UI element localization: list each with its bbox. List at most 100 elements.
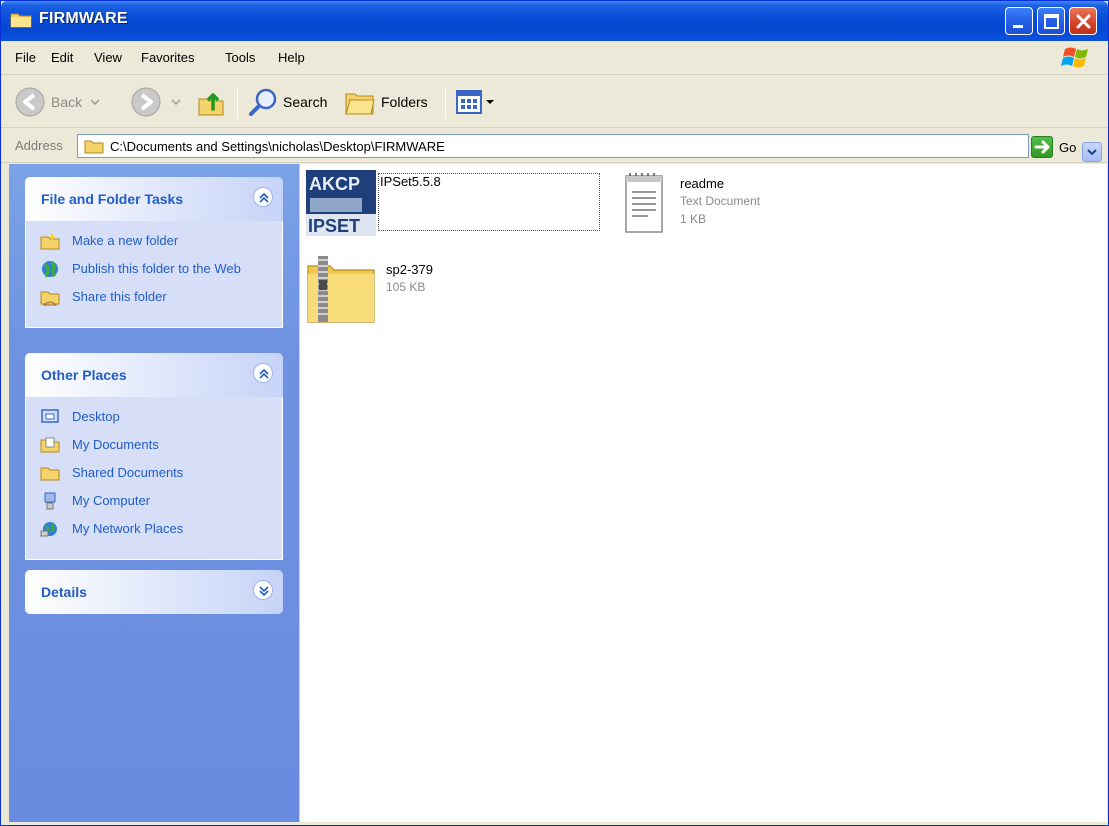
file-item-ipset[interactable]: AKCP IPSET IPSet5.5.8 — [306, 170, 606, 236]
collapse-button[interactable] — [253, 363, 273, 383]
place-my-documents[interactable]: My Documents — [26, 435, 282, 459]
task-label: Publish this folder to the Web — [72, 261, 241, 276]
close-icon — [1076, 14, 1091, 29]
task-share-folder[interactable]: Share this folder — [26, 287, 282, 311]
windows-flag-icon — [1061, 47, 1088, 68]
address-value: C:\Documents and Settings\nicholas\Deskt… — [110, 139, 445, 154]
go-arrow-icon — [1031, 136, 1053, 158]
file-name: readme — [680, 176, 725, 191]
menu-view[interactable]: View — [94, 50, 122, 65]
ipset-icon-text-top: AKCP — [309, 174, 360, 194]
up-folder-button[interactable] — [195, 84, 229, 120]
panel-body: Desktop My Documents Shared Documents My… — [25, 397, 283, 560]
ipset-icon-text-bottom: IPSET — [308, 216, 360, 236]
minimize-button[interactable] — [1005, 7, 1033, 35]
back-button[interactable]: Back — [13, 84, 102, 120]
place-desktop[interactable]: Desktop — [26, 407, 282, 431]
new-folder-icon — [40, 233, 60, 250]
other-places-panel: Other Places Desktop My Documents Shared… — [25, 353, 283, 560]
menu-tools[interactable]: Tools — [225, 50, 255, 65]
window-title: FIRMWARE — [39, 10, 128, 27]
go-button[interactable]: Go — [1031, 134, 1089, 160]
my-documents-icon — [40, 437, 60, 453]
file-list: AKCP IPSET IPSet5.5.8 readme Text Docume… — [299, 164, 1107, 822]
up-folder-icon — [198, 93, 224, 116]
explorer-window: FIRMWARE File Edit View Favorites Tools … — [0, 0, 1109, 826]
file-size: 1 KB — [680, 212, 707, 226]
forward-arrow-icon — [131, 87, 161, 117]
minimize-icon — [1013, 25, 1023, 28]
menu-bar: File Edit View Favorites Tools Help — [1, 41, 1108, 75]
file-name: IPSet5.5.8 — [380, 174, 441, 189]
menu-favorites[interactable]: Favorites — [141, 50, 194, 65]
task-pane: File and Folder Tasks Make a new folder … — [9, 164, 299, 822]
place-label: Desktop — [72, 409, 120, 424]
notepad-document-icon — [625, 173, 663, 233]
zip-folder-icon — [307, 256, 375, 323]
chevron-double-down-icon — [259, 586, 269, 597]
search-button[interactable]: Search — [247, 84, 327, 120]
chevron-double-up-icon — [259, 192, 269, 203]
dropdown-arrow-icon — [486, 100, 494, 104]
file-type: Text Document — [680, 194, 761, 208]
address-label: Address — [15, 138, 63, 153]
folders-label: Folders — [381, 94, 428, 110]
back-label: Back — [51, 94, 83, 110]
folders-icon — [345, 93, 375, 115]
panel-title: Other Places — [41, 367, 127, 383]
address-input[interactable]: C:\Documents and Settings\nicholas\Deskt… — [77, 134, 1102, 162]
share-folder-icon — [40, 291, 60, 306]
chevron-down-icon — [90, 99, 100, 106]
panel-header[interactable]: Other Places — [25, 353, 283, 397]
folders-button[interactable]: Folders — [343, 84, 428, 120]
task-make-new-folder[interactable]: Make a new folder — [26, 231, 282, 255]
title-bar[interactable]: FIRMWARE — [1, 1, 1108, 41]
expand-button[interactable] — [253, 580, 273, 600]
search-label: Search — [283, 94, 328, 110]
maximize-button[interactable] — [1037, 7, 1065, 35]
my-computer-icon — [44, 492, 56, 510]
place-label: My Documents — [72, 437, 159, 452]
place-network[interactable]: My Network Places — [26, 519, 282, 543]
task-label: Make a new folder — [72, 233, 179, 248]
panel-header[interactable]: Details — [25, 570, 283, 614]
globe-icon — [42, 261, 58, 278]
network-places-icon — [40, 522, 57, 537]
task-label: Share this folder — [72, 289, 167, 304]
place-label: Shared Documents — [72, 465, 184, 480]
menu-help[interactable]: Help — [278, 50, 305, 65]
panel-title: File and Folder Tasks — [41, 191, 184, 207]
folder-icon — [84, 140, 104, 154]
task-publish-folder[interactable]: Publish this folder to the Web — [26, 259, 282, 283]
toolbar: Back Search Folders — [1, 76, 1108, 128]
go-label: Go — [1059, 139, 1077, 155]
file-folder-tasks-panel: File and Folder Tasks Make a new folder … — [25, 177, 283, 328]
maximize-icon — [1044, 14, 1059, 29]
menu-file[interactable]: File — [15, 50, 36, 65]
ipset-app-icon: AKCP IPSET — [306, 170, 376, 236]
folder-icon — [10, 13, 32, 28]
panel-body: Make a new folder Publish this folder to… — [25, 221, 283, 328]
shared-documents-icon — [40, 467, 60, 481]
desktop-icon — [41, 409, 59, 423]
panel-header[interactable]: File and Folder Tasks — [25, 177, 283, 221]
menu-edit[interactable]: Edit — [51, 50, 73, 65]
chevron-down-icon — [171, 99, 181, 106]
panel-title: Details — [41, 584, 87, 600]
search-icon — [249, 88, 277, 116]
file-item-sp2[interactable]: sp2-379 105 KB — [306, 252, 546, 324]
place-label: My Network Places — [72, 521, 184, 536]
details-panel: Details — [25, 570, 283, 614]
close-button[interactable] — [1069, 7, 1097, 35]
file-item-readme[interactable]: readme Text Document 1 KB — [622, 172, 862, 236]
file-name: sp2-379 — [386, 262, 433, 277]
forward-button[interactable] — [129, 84, 183, 120]
collapse-button[interactable] — [253, 187, 273, 207]
place-shared-documents[interactable]: Shared Documents — [26, 463, 282, 487]
views-icon — [456, 90, 482, 114]
place-my-computer[interactable]: My Computer — [26, 491, 282, 515]
views-button[interactable] — [455, 84, 495, 120]
address-bar: Address C:\Documents and Settings\nichol… — [1, 129, 1108, 163]
back-arrow-icon — [15, 87, 45, 117]
place-label: My Computer — [72, 493, 151, 508]
